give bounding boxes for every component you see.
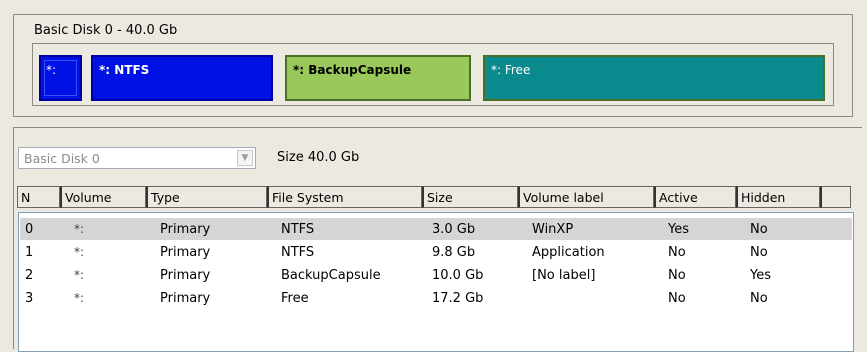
cell-file-system: BackupCapsule xyxy=(281,268,381,283)
cell-n: 0 xyxy=(25,222,34,237)
cell-type: Primary xyxy=(160,222,211,237)
cell-hidden: No xyxy=(750,291,768,306)
cell-volume-label: Application xyxy=(532,245,605,260)
column-header-hidden[interactable]: Hidden xyxy=(736,186,820,208)
cell-volume: *: xyxy=(74,291,85,305)
cell-volume-label: WinXP xyxy=(532,222,574,237)
disk-select-value: Basic Disk 0 xyxy=(24,151,100,166)
cell-n: 2 xyxy=(25,268,34,283)
volume-list-panel: Basic Disk 0 ▼ Size 40.0 Gb N Volume Typ… xyxy=(13,127,862,352)
volume-list[interactable]: 0 *: Primary NTFS 3.0 Gb WinXP Yes No 1 … xyxy=(18,212,854,352)
cell-size: 10.0 Gb xyxy=(432,268,484,283)
volume-table-header: N Volume Type File System Size Volume la… xyxy=(17,186,851,208)
cell-hidden: No xyxy=(750,222,768,237)
partition-segment-free[interactable]: *: Free xyxy=(483,55,825,101)
cell-type: Primary xyxy=(160,291,211,306)
cell-n: 3 xyxy=(25,291,34,306)
table-row[interactable]: 3 *: Primary Free 17.2 Gb No No xyxy=(20,287,852,309)
partition-segment-ntfs[interactable]: *: NTFS xyxy=(91,55,273,101)
column-header-filler xyxy=(820,186,851,208)
cell-hidden: Yes xyxy=(750,268,771,283)
partition-segment-label: *: BackupCapsule xyxy=(293,63,412,77)
cell-file-system: NTFS xyxy=(281,222,315,237)
cell-hidden: No xyxy=(750,245,768,260)
disk-map-panel: Basic Disk 0 - 40.0 Gb *: *: NTFS *: Bac… xyxy=(13,14,853,117)
disk-map-title: Basic Disk 0 - 40.0 Gb xyxy=(34,23,178,38)
cell-type: Primary xyxy=(160,245,211,260)
table-row[interactable]: 2 *: Primary BackupCapsule 10.0 Gb [No l… xyxy=(20,264,852,286)
cell-active: No xyxy=(668,268,686,283)
column-header-type[interactable]: Type xyxy=(146,186,267,208)
cell-volume: *: xyxy=(74,245,85,259)
column-header-n[interactable]: N xyxy=(17,186,60,208)
disk-map-bar: *: *: NTFS *: BackupCapsule *: Free xyxy=(32,43,834,106)
cell-volume-label: [No label] xyxy=(532,268,596,283)
cell-n: 1 xyxy=(25,245,34,260)
column-header-size[interactable]: Size xyxy=(422,186,518,208)
cell-volume: *: xyxy=(74,222,85,236)
table-row[interactable]: 0 *: Primary NTFS 3.0 Gb WinXP Yes No xyxy=(20,218,852,240)
cell-volume: *: xyxy=(74,268,85,282)
cell-size: 3.0 Gb xyxy=(432,222,476,237)
table-row[interactable]: 1 *: Primary NTFS 9.8 Gb Application No … xyxy=(20,241,852,263)
cell-active: No xyxy=(668,291,686,306)
disk-select-dropdown[interactable]: Basic Disk 0 ▼ xyxy=(18,147,256,169)
cell-size: 17.2 Gb xyxy=(432,291,484,306)
column-header-volume-label[interactable]: Volume label xyxy=(518,186,654,208)
cell-file-system: NTFS xyxy=(281,245,315,260)
cell-file-system: Free xyxy=(281,291,309,306)
column-header-volume[interactable]: Volume xyxy=(60,186,146,208)
partition-segment-label: *: Free xyxy=(491,63,531,77)
partition-segment-0[interactable]: *: xyxy=(39,55,82,101)
chevron-down-icon[interactable]: ▼ xyxy=(237,150,253,166)
column-header-file-system[interactable]: File System xyxy=(267,186,422,208)
disk-size-text: Size 40.0 Gb xyxy=(277,150,360,165)
cell-active: No xyxy=(668,245,686,260)
partition-segment-backupcapsule[interactable]: *: BackupCapsule xyxy=(285,55,471,101)
cell-size: 9.8 Gb xyxy=(432,245,476,260)
cell-type: Primary xyxy=(160,268,211,283)
partition-segment-label: *: NTFS xyxy=(99,63,150,77)
partition-segment-label: *: xyxy=(46,63,57,77)
column-header-active[interactable]: Active xyxy=(654,186,736,208)
cell-active: Yes xyxy=(668,222,689,237)
